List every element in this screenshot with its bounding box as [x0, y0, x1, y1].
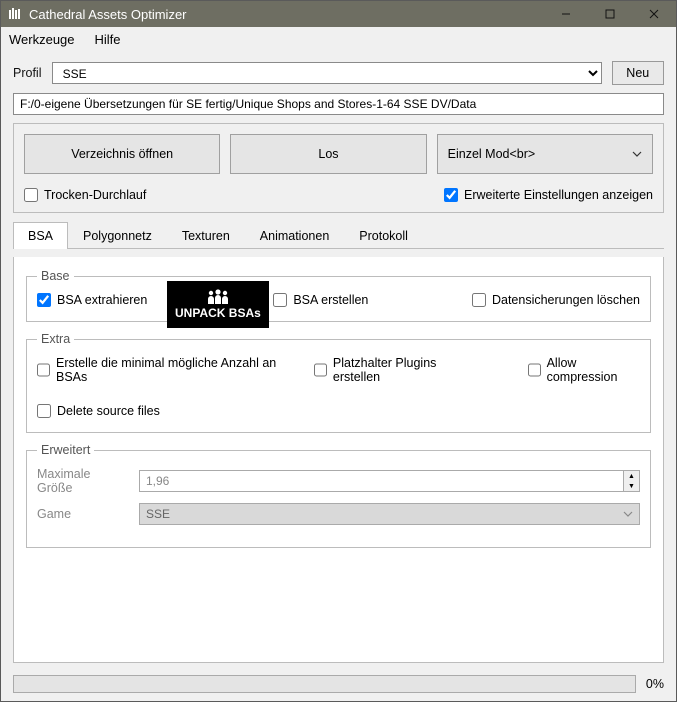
spin-down-icon[interactable]: ▼: [624, 481, 639, 491]
go-button[interactable]: Los: [230, 134, 426, 174]
unpack-tooltip: UNPACK BSAs: [167, 281, 269, 328]
spin-up-icon[interactable]: ▲: [624, 471, 639, 481]
create-bsa-checkbox[interactable]: BSA erstellen: [273, 293, 368, 307]
max-size-row: Maximale Größe ▲▼: [37, 467, 640, 495]
advanced-settings-checkbox[interactable]: Erweiterte Einstellungen anzeigen: [444, 188, 653, 202]
mode-value: Einzel Mod<br>: [448, 147, 536, 161]
menu-bar: Werkzeuge Hilfe: [1, 27, 676, 51]
close-button[interactable]: [632, 1, 676, 27]
chevron-down-icon: [623, 509, 633, 519]
game-select: SSE: [139, 503, 640, 525]
delete-backups-checkbox[interactable]: Datensicherungen löschen: [472, 293, 640, 307]
base-fieldset: Base BSA extrahieren UNPACK BSAs BSA ers…: [26, 269, 651, 322]
game-row: Game SSE: [37, 503, 640, 525]
extra-fieldset: Extra Erstelle die minimal mögliche Anza…: [26, 332, 651, 433]
game-label: Game: [37, 507, 127, 521]
advanced-fieldset: Erweitert Maximale Größe ▲▼ Game SSE: [26, 443, 651, 548]
content-area: Profil SSE Neu Verzeichnis öffnen Los Ei…: [1, 51, 676, 673]
tab-log[interactable]: Protokoll: [344, 222, 423, 249]
app-window: Cathedral Assets Optimizer Werkzeuge Hil…: [0, 0, 677, 702]
actions-panel: Verzeichnis öffnen Los Einzel Mod<br> Tr…: [13, 123, 664, 213]
advanced-legend: Erweitert: [37, 443, 94, 457]
path-input[interactable]: [13, 93, 664, 115]
game-value: SSE: [146, 507, 170, 521]
maximize-button[interactable]: [588, 1, 632, 27]
extra-legend: Extra: [37, 332, 74, 346]
dry-run-checkbox[interactable]: Trocken-Durchlauf: [24, 188, 146, 202]
delete-source-checkbox[interactable]: Delete source files: [37, 404, 160, 418]
profile-row: Profil SSE Neu: [13, 61, 664, 85]
allow-compression-checkbox[interactable]: Allow compression: [528, 356, 640, 384]
dummy-plugins-checkbox[interactable]: Platzhalter Plugins erstellen: [314, 356, 472, 384]
extra-row-2: Delete source files: [37, 404, 640, 418]
extract-bsa-checkbox[interactable]: BSA extrahieren: [37, 293, 147, 307]
window-title: Cathedral Assets Optimizer: [29, 7, 544, 22]
people-icon: [204, 289, 232, 305]
profile-label: Profil: [13, 66, 42, 80]
min-bsa-checkbox[interactable]: Erstelle die minimal mögliche Anzahl an …: [37, 356, 286, 384]
footer: 0%: [1, 673, 676, 701]
extra-grid: Erstelle die minimal mögliche Anzahl an …: [37, 356, 640, 418]
open-directory-button[interactable]: Verzeichnis öffnen: [24, 134, 220, 174]
chevron-down-icon: [632, 149, 642, 159]
max-size-label: Maximale Größe: [37, 467, 127, 495]
tab-mesh[interactable]: Polygonnetz: [68, 222, 167, 249]
actions-row: Verzeichnis öffnen Los Einzel Mod<br>: [24, 134, 653, 174]
menu-tools[interactable]: Werkzeuge: [9, 32, 75, 47]
title-bar: Cathedral Assets Optimizer: [1, 1, 676, 27]
max-size-input[interactable]: [139, 470, 624, 492]
tab-body: Base BSA extrahieren UNPACK BSAs BSA ers…: [13, 257, 664, 663]
tab-bar: BSA Polygonnetz Texturen Animationen Pro…: [13, 221, 664, 249]
tab-animations[interactable]: Animationen: [245, 222, 345, 249]
menu-help[interactable]: Hilfe: [95, 32, 121, 47]
window-controls: [544, 1, 676, 27]
max-size-spinner[interactable]: ▲▼: [139, 470, 640, 492]
new-profile-button[interactable]: Neu: [612, 61, 664, 85]
minimize-button[interactable]: [544, 1, 588, 27]
base-row: BSA extrahieren UNPACK BSAs BSA erstelle…: [37, 293, 640, 307]
tab-textures[interactable]: Texturen: [167, 222, 245, 249]
extra-row-1: Erstelle die minimal mögliche Anzahl an …: [37, 356, 640, 384]
app-icon: [7, 6, 23, 22]
spinner-buttons[interactable]: ▲▼: [624, 470, 640, 492]
mode-select[interactable]: Einzel Mod<br>: [437, 134, 653, 174]
flags-row: Trocken-Durchlauf Erweiterte Einstellung…: [24, 188, 653, 202]
profile-select[interactable]: SSE: [52, 62, 602, 84]
tab-bsa[interactable]: BSA: [13, 222, 68, 249]
progress-bar: [13, 675, 636, 693]
base-legend: Base: [37, 269, 74, 283]
progress-percent: 0%: [646, 677, 664, 691]
